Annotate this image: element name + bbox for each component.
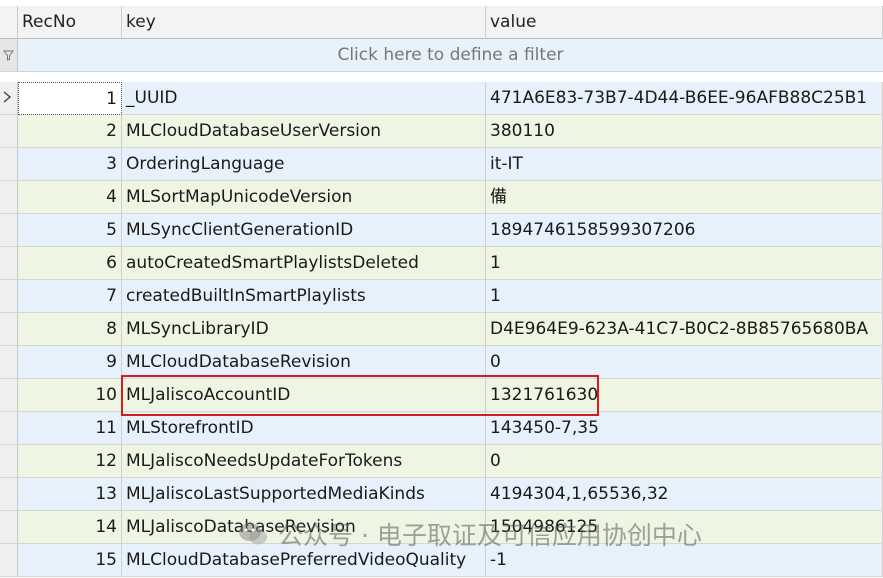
- row-indicator[interactable]: [0, 115, 18, 148]
- cell-value[interactable]: D4E964E9-623A-41C7-B0C2-8B85765680BA: [486, 313, 883, 346]
- row-indicator[interactable]: [0, 478, 18, 511]
- cell-key[interactable]: MLSyncClientGenerationID: [122, 214, 486, 247]
- cell-key[interactable]: MLJaliscoLastSupportedMediaKinds: [122, 478, 486, 511]
- table-row[interactable]: 10 MLJaliscoAccountID 1321761630: [0, 379, 883, 412]
- wechat-icon: [239, 523, 267, 545]
- row-indicator[interactable]: [0, 445, 18, 478]
- row-indicator[interactable]: [0, 247, 18, 280]
- cell-recno[interactable]: 13: [18, 478, 122, 511]
- cell-value[interactable]: 143450-7,35: [486, 412, 883, 445]
- row-indicator[interactable]: [0, 181, 18, 214]
- cell-recno[interactable]: 9: [18, 346, 122, 379]
- cell-value[interactable]: 1894746158599307206: [486, 214, 883, 247]
- cell-key[interactable]: _UUID: [122, 82, 486, 115]
- table-row[interactable]: 13 MLJaliscoLastSupportedMediaKinds 419430…: [0, 478, 883, 511]
- cell-recno[interactable]: 3: [18, 148, 122, 181]
- records-grid: RecNo key value Click here to define a f…: [0, 0, 883, 578]
- column-header-recno[interactable]: RecNo: [18, 6, 122, 39]
- cell-key[interactable]: MLJaliscoNeedsUpdateForTokens: [122, 445, 486, 478]
- cell-value[interactable]: 380110: [486, 115, 883, 148]
- table-row[interactable]: 12 MLJaliscoNeedsUpdateForTokens 0: [0, 445, 883, 478]
- cell-key[interactable]: MLCloudDatabaseRevision: [122, 346, 486, 379]
- table-row[interactable]: 2 MLCloudDatabaseUserVersion 380110: [0, 115, 883, 148]
- cell-value[interactable]: 471A6E83-73B7-4D44-B6EE-96AFB88C25B1: [486, 82, 883, 115]
- filter-row[interactable]: Click here to define a filter: [0, 39, 883, 72]
- row-indicator[interactable]: [0, 379, 18, 412]
- cell-recno[interactable]: 12: [18, 445, 122, 478]
- cell-value[interactable]: 備: [486, 181, 883, 214]
- row-indicator[interactable]: [0, 313, 18, 346]
- cell-key[interactable]: MLStorefrontID: [122, 412, 486, 445]
- current-row-arrow-icon: [3, 91, 12, 103]
- cell-recno[interactable]: 6: [18, 247, 122, 280]
- table-row[interactable]: 1 _UUID 471A6E83-73B7-4D44-B6EE-96AFB88C25…: [0, 82, 883, 115]
- table-row[interactable]: 6 autoCreatedSmartPlaylistsDeleted 1: [0, 247, 883, 280]
- cell-key[interactable]: createdBuiltInSmartPlaylists: [122, 280, 486, 313]
- cell-key[interactable]: MLSortMapUnicodeVersion: [122, 181, 486, 214]
- cell-value[interactable]: 4194304,1,65536,32: [486, 478, 883, 511]
- cell-recno[interactable]: 1: [18, 82, 122, 115]
- cell-value[interactable]: it-IT: [486, 148, 883, 181]
- row-indicator[interactable]: [0, 511, 18, 544]
- cell-recno[interactable]: 14: [18, 511, 122, 544]
- cell-key[interactable]: MLJaliscoAccountID: [122, 379, 486, 412]
- funnel-icon: [3, 50, 14, 61]
- cell-key[interactable]: MLSyncLibraryID: [122, 313, 486, 346]
- cell-recno[interactable]: 8: [18, 313, 122, 346]
- filter-indicator: [0, 39, 18, 72]
- column-header-value[interactable]: value: [486, 6, 883, 39]
- row-indicator[interactable]: [0, 148, 18, 181]
- table-row[interactable]: 4 MLSortMapUnicodeVersion 備: [0, 181, 883, 214]
- cell-key[interactable]: MLCloudDatabaseUserVersion: [122, 115, 486, 148]
- watermark: 公众号 · 电子取证及可信应用协创中心: [238, 516, 702, 552]
- row-indicator[interactable]: [0, 214, 18, 247]
- row-indicator[interactable]: [0, 82, 18, 115]
- cell-recno[interactable]: 10: [18, 379, 122, 412]
- column-header-key[interactable]: key: [122, 6, 486, 39]
- cell-value[interactable]: 1: [486, 280, 883, 313]
- header-corner: [0, 6, 18, 39]
- cell-recno[interactable]: 11: [18, 412, 122, 445]
- watermark-text: 公众号 · 电子取证及可信应用协创中心: [278, 521, 702, 550]
- cell-recno[interactable]: 7: [18, 280, 122, 313]
- cell-recno[interactable]: 5: [18, 214, 122, 247]
- cell-key[interactable]: autoCreatedSmartPlaylistsDeleted: [122, 247, 486, 280]
- cell-recno[interactable]: 15: [18, 544, 122, 577]
- cell-value[interactable]: 0: [486, 346, 883, 379]
- cell-recno[interactable]: 2: [18, 115, 122, 148]
- table-row[interactable]: 5 MLSyncClientGenerationID 189474615859930…: [0, 214, 883, 247]
- filter-prompt[interactable]: Click here to define a filter: [18, 39, 883, 72]
- cell-recno[interactable]: 4: [18, 181, 122, 214]
- cell-value[interactable]: 1321761630: [486, 379, 883, 412]
- table-row[interactable]: 11 MLStorefrontID 143450-7,35: [0, 412, 883, 445]
- table-row[interactable]: 3 OrderingLanguage it-IT: [0, 148, 883, 181]
- header-row: RecNo key value: [0, 6, 883, 39]
- table-row[interactable]: 8 MLSyncLibraryID D4E964E9-623A-41C7-B0C2-…: [0, 313, 883, 346]
- row-indicator[interactable]: [0, 412, 18, 445]
- cell-value[interactable]: 1: [486, 247, 883, 280]
- row-indicator[interactable]: [0, 346, 18, 379]
- cell-key[interactable]: OrderingLanguage: [122, 148, 486, 181]
- row-indicator[interactable]: [0, 280, 18, 313]
- table-row[interactable]: 7 createdBuiltInSmartPlaylists 1: [0, 280, 883, 313]
- table-row[interactable]: 9 MLCloudDatabaseRevision 0: [0, 346, 883, 379]
- cell-value[interactable]: 0: [486, 445, 883, 478]
- row-indicator[interactable]: [0, 544, 18, 577]
